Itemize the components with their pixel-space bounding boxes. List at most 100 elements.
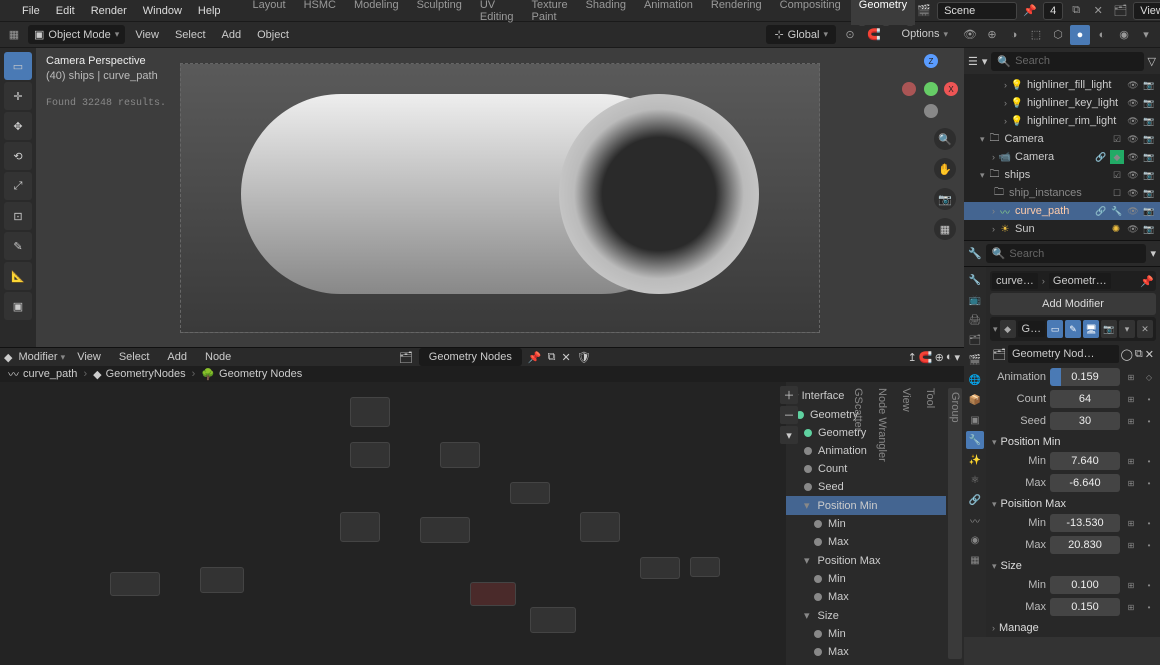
xray-icon[interactable]: ⬚: [1026, 25, 1046, 45]
tab-modeling[interactable]: Modeling: [346, 0, 407, 26]
dot-icon[interactable]: •: [1142, 454, 1156, 468]
section-posmin[interactable]: ▾Position Min: [990, 433, 1156, 449]
val-posmax-max[interactable]: 20.830: [1050, 536, 1120, 554]
val-size-max[interactable]: 0.150: [1050, 598, 1120, 616]
node[interactable]: [200, 567, 244, 593]
tab-uv[interactable]: UV Editing: [472, 0, 522, 26]
prop-tab-physics[interactable]: ⚛: [966, 471, 984, 489]
remove-interface-item[interactable]: －: [780, 406, 798, 424]
nodegroup-name-field[interactable]: Geometry Nod…: [1008, 345, 1119, 363]
iface-posmax-max[interactable]: Max: [786, 588, 946, 606]
prop-tab-texture[interactable]: ▦: [966, 551, 984, 569]
outliner-item-key-light[interactable]: › 💡 highliner_key_light 👁📷: [964, 94, 1160, 112]
eye-icon[interactable]: 👁: [1126, 78, 1140, 92]
eye-icon[interactable]: 👁: [1126, 132, 1140, 146]
nodegroup-copy-icon[interactable]: ⧉: [548, 351, 556, 364]
tool-cursor[interactable]: ✛: [4, 82, 32, 110]
outliner-item-sun[interactable]: › ☀ Sun ✺ 👁📷: [964, 220, 1160, 238]
dot-icon[interactable]: •: [1142, 538, 1156, 552]
visibility-icon[interactable]: 👁: [960, 25, 980, 45]
editor-type-3dview-icon[interactable]: ▦: [4, 25, 24, 45]
iface-input-geometry[interactable]: Geometry: [786, 424, 946, 442]
node-color-icon[interactable]: ◐: [946, 351, 953, 364]
gizmo-y-axis[interactable]: [924, 82, 938, 96]
modifier-name-field[interactable]: G…: [1018, 321, 1046, 337]
options-dropdown[interactable]: Options ▾: [892, 26, 958, 42]
overlays-icon[interactable]: ◑: [1004, 25, 1024, 45]
tab-geometry-nodes[interactable]: Geometry: [851, 0, 915, 26]
iface-posmin-min[interactable]: Min: [786, 515, 946, 533]
mode-select[interactable]: ▣ Object Mode ▾: [28, 25, 125, 44]
viewport-3d[interactable]: Options ▾ Camera Perspective (40) ships …: [36, 48, 964, 347]
keyframe-icon[interactable]: ◇: [1142, 370, 1156, 384]
snap-icon[interactable]: 🧲: [864, 25, 884, 45]
node[interactable]: [350, 442, 390, 468]
vh-select[interactable]: Select: [169, 29, 212, 41]
prop-tab-particles[interactable]: ✨: [966, 451, 984, 469]
expand-icon[interactable]: ›: [1004, 116, 1007, 126]
render-icon[interactable]: 📷: [1142, 150, 1156, 164]
iface-input-count[interactable]: Count: [786, 460, 946, 478]
tool-measure[interactable]: 📐: [4, 262, 32, 290]
properties-options-icon[interactable]: ▾: [1150, 247, 1156, 260]
render-icon[interactable]: 📷: [1142, 204, 1156, 218]
iface-posmin-max[interactable]: Max: [786, 533, 946, 551]
iface-size-min[interactable]: Min: [786, 625, 946, 643]
eye-icon[interactable]: 👁: [1126, 186, 1140, 200]
val-posmin-max[interactable]: -6.640: [1050, 474, 1120, 492]
nodegroup-fake-icon[interactable]: 🛡: [577, 351, 591, 364]
node[interactable]: [340, 512, 380, 542]
shading-matprev-icon[interactable]: ◐: [1092, 25, 1112, 45]
expand-icon[interactable]: ›: [992, 206, 995, 216]
modifier-select[interactable]: Modifier ▾: [18, 351, 65, 363]
node[interactable]: [530, 607, 576, 633]
render-icon[interactable]: 📷: [1142, 78, 1156, 92]
crumb-tree[interactable]: 🌳 Geometry Nodes: [201, 368, 302, 381]
eye-icon[interactable]: 👁: [1126, 204, 1140, 218]
dot-icon[interactable]: •: [1142, 392, 1156, 406]
val-count[interactable]: 64: [1050, 390, 1120, 408]
expand-icon[interactable]: ›: [992, 152, 995, 162]
menu-file[interactable]: File: [14, 5, 48, 17]
iface-posmax-min[interactable]: Min: [786, 570, 946, 588]
node[interactable]: [350, 397, 390, 427]
render-icon[interactable]: 📷: [1142, 132, 1156, 146]
pivot-icon[interactable]: ⊙: [840, 25, 860, 45]
editor-type-geonodes-icon[interactable]: ◆: [4, 351, 12, 364]
node[interactable]: [440, 442, 480, 468]
iface-panel-size[interactable]: ▾Size: [786, 606, 946, 625]
shading-rendered-icon[interactable]: ◉: [1114, 25, 1134, 45]
tab-hsmc[interactable]: HSMC: [296, 0, 344, 26]
node[interactable]: [470, 582, 516, 606]
outliner-collection-ship-instances[interactable]: 🗀 ship_instances ☐👁📷: [964, 184, 1160, 202]
expand-icon[interactable]: ›: [1004, 80, 1007, 90]
mod-display-cage[interactable]: ▭: [1047, 320, 1063, 338]
expand-icon[interactable]: ›: [992, 224, 995, 234]
gizmo-x-axis[interactable]: X: [944, 82, 958, 96]
tool-scale[interactable]: ⤢: [4, 172, 32, 200]
interface-menu[interactable]: ▾: [780, 426, 798, 444]
tab-sculpting[interactable]: Sculpting: [409, 0, 470, 26]
iface-input-seed[interactable]: Seed: [786, 478, 946, 496]
node[interactable]: [690, 557, 720, 577]
tool-annotate[interactable]: ✎: [4, 232, 32, 260]
prop-tab-modifier[interactable]: 🔧: [966, 431, 984, 449]
tool-add-primitive[interactable]: ▣: [4, 292, 32, 320]
nh-add[interactable]: Add: [161, 351, 193, 363]
dot-icon[interactable]: •: [1142, 516, 1156, 530]
nh-node[interactable]: Node: [199, 351, 237, 363]
render-icon[interactable]: 📷: [1142, 222, 1156, 236]
prop-tab-object[interactable]: ▣: [966, 411, 984, 429]
constraint-icon[interactable]: ◆: [1110, 150, 1124, 164]
tab-shading[interactable]: Shading: [578, 0, 634, 26]
nodegroup-browse-icon[interactable]: 🗂: [992, 348, 1006, 361]
camera-view-icon[interactable]: 📷: [934, 188, 956, 210]
attribute-toggle-icon[interactable]: ⊞: [1124, 414, 1138, 428]
scene-browse-icon[interactable]: 🎬: [915, 2, 933, 20]
nodegroup-unlink-icon[interactable]: ✕: [1145, 348, 1154, 361]
sidebar-tab-view[interactable]: View: [900, 388, 912, 659]
nh-select[interactable]: Select: [113, 351, 156, 363]
section-manage[interactable]: ›Manage: [990, 619, 1156, 635]
prop-tab-collection[interactable]: 📦: [966, 391, 984, 409]
node-overlay-icon[interactable]: ⊕: [935, 351, 944, 364]
